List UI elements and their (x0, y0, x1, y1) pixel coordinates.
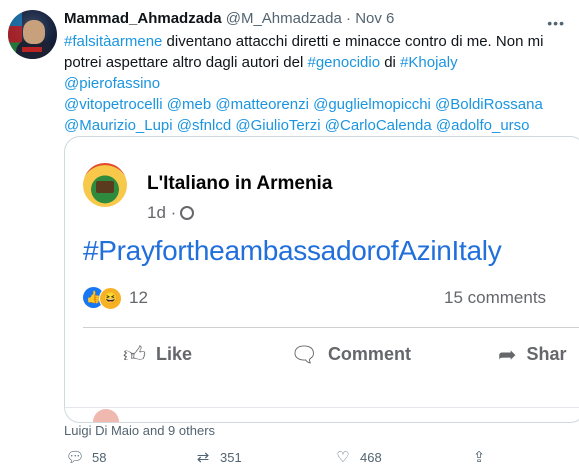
fb-like-action: 👍︎ Like (123, 340, 192, 368)
like-button[interactable]: ♡ 468 (332, 448, 382, 466)
page-name: L'Italiano in Armenia (147, 173, 333, 194)
retweet-icon: ⇄ (196, 449, 210, 466)
fb-comment-action: 🗨︎ Comment (290, 340, 411, 368)
header-separator: · (346, 10, 352, 27)
tweet-text: #falsitàarmene diventano attacchi dirett… (64, 31, 564, 136)
share-button[interactable]: ⇪ (468, 448, 496, 466)
retweet-count: 351 (220, 450, 242, 465)
page-logo-book (96, 181, 114, 193)
share-arrow-icon: ➦ (498, 342, 517, 367)
reaction-count: 12 (129, 288, 148, 307)
divider (83, 327, 579, 328)
tweet-header: Mammad_Ahmadzada @M_Ahmadzada · Nov 6 ••… (64, 9, 571, 31)
like-count: 468 (360, 450, 382, 465)
card-divider (65, 407, 579, 418)
heart-icon: ♡ (336, 449, 350, 466)
thumbs-up-icon: 👍︎ (123, 342, 146, 367)
post-age: 1d · (147, 203, 177, 222)
reply-icon: 💬︎ (65, 449, 85, 466)
avatar-badge (22, 47, 42, 52)
liked-by[interactable]: Luigi Di Maio and 9 others (64, 423, 215, 438)
author-name[interactable]: Mammad_Ahmadzada (64, 10, 222, 27)
comments-count: 15 comments (444, 288, 547, 307)
comment-icon: 🗨︎ (290, 342, 318, 367)
mention-link[interactable]: @pierofassino (64, 75, 160, 92)
tweet-text-segment: di (380, 54, 401, 71)
embedded-image-card[interactable]: L'Italiano in Armenia 1d · #Prayfortheam… (64, 136, 579, 423)
avatar-face (23, 20, 45, 44)
tweet-date[interactable]: Nov 6 (355, 10, 394, 27)
hashtag-link[interactable]: #falsitàarmene (64, 33, 162, 50)
more-horizontal-icon[interactable]: ••• (547, 13, 565, 33)
author-avatar[interactable] (8, 10, 57, 59)
retweet-button[interactable]: ⇄ 351 (192, 448, 242, 466)
reply-count: 58 (92, 450, 107, 465)
hashtag-link[interactable]: #genocidio (307, 54, 380, 71)
globe-icon (180, 206, 195, 220)
share-icon: ⇪ (472, 449, 486, 466)
fb-comment-label: Comment (327, 344, 411, 364)
post-meta: 1d · (147, 203, 195, 223)
mentions-list[interactable]: @vitopetrocelli @meb @matteorenzi @gugli… (64, 96, 543, 134)
hashtag-link[interactable]: #Khojaly (400, 54, 458, 71)
haha-reaction-icon: 😆 (99, 287, 122, 310)
fb-share-label: Shar (526, 344, 567, 364)
tweet-actions: 💬︎ 58 ⇄ 351 ♡ 468 ⇪ (64, 448, 564, 470)
fb-share-action: ➦ Shar (498, 340, 566, 368)
page-logo (83, 163, 127, 207)
post-hashtag: #PrayfortheambassadorofAzinItaly (83, 235, 502, 266)
fb-like-label: Like (156, 344, 193, 364)
reply-button[interactable]: 💬︎ 58 (64, 448, 106, 466)
author-handle[interactable]: @M_Ahmadzada (226, 10, 342, 27)
